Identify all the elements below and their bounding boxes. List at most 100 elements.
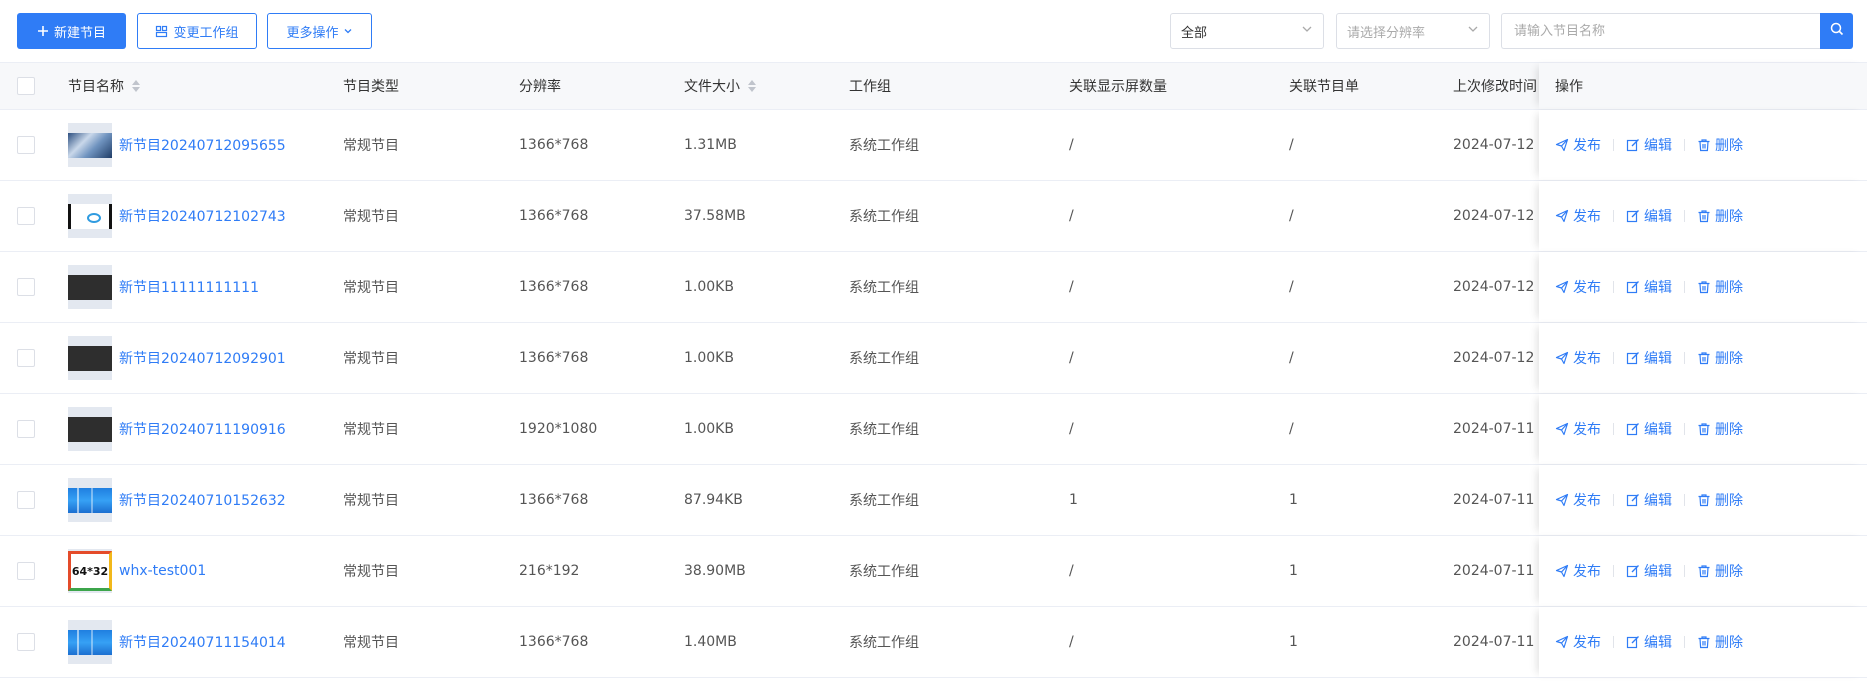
row-actions: 发布 编辑 删除	[1539, 110, 1867, 180]
program-resolution: 1366*768	[519, 208, 589, 224]
edit-button[interactable]: 编辑	[1626, 135, 1672, 155]
delete-button[interactable]: 删除	[1697, 561, 1743, 581]
row-checkbox[interactable]	[17, 491, 35, 509]
change-group-button[interactable]: 变更工作组	[137, 13, 257, 49]
row-checkbox[interactable]	[17, 562, 35, 580]
delete-button[interactable]: 删除	[1697, 419, 1743, 439]
row-actions: 发布 编辑 删除	[1539, 181, 1867, 251]
program-name-link[interactable]: 新节目20240711154014	[119, 632, 286, 652]
row-checkbox[interactable]	[17, 278, 35, 296]
sort-icon[interactable]	[132, 80, 140, 92]
header-size[interactable]: 文件大小	[684, 63, 844, 109]
program-name-link[interactable]: 新节目20240712095655	[119, 135, 286, 155]
row-checkbox[interactable]	[17, 420, 35, 438]
edit-button[interactable]: 编辑	[1626, 632, 1672, 652]
program-table: 节目名称 节目类型 分辨率 文件大小 工作组 关联显示屏数量 关联节目单 上次修…	[0, 62, 1867, 678]
edit-button[interactable]: 编辑	[1626, 206, 1672, 226]
publish-button[interactable]: 发布	[1555, 135, 1601, 155]
program-name-link[interactable]: 新节目20240710152632	[119, 490, 286, 510]
trash-icon	[1697, 635, 1715, 649]
edit-icon	[1626, 494, 1639, 507]
divider	[1684, 352, 1685, 364]
program-resolution: 1366*768	[519, 350, 589, 366]
program-thumbnail[interactable]: 64*32	[68, 549, 112, 593]
publish-button[interactable]: 发布	[1555, 348, 1601, 368]
select-all-checkbox[interactable]	[17, 77, 35, 95]
divider	[1613, 210, 1614, 222]
publish-label: 发布	[1573, 422, 1601, 438]
header-type: 节目类型	[343, 79, 399, 95]
new-program-button[interactable]: 新建节目	[17, 13, 126, 49]
program-name-link[interactable]: whx-test001	[119, 563, 206, 579]
status-filter-select[interactable]: 全部	[1170, 13, 1324, 49]
program-name-link[interactable]: 新节目20240711190916	[119, 419, 286, 439]
header-screens: 关联显示屏数量	[1069, 79, 1167, 95]
delete-label: 删除	[1715, 138, 1743, 154]
publish-button[interactable]: 发布	[1555, 419, 1601, 439]
row-checkbox[interactable]	[17, 633, 35, 651]
delete-button[interactable]: 删除	[1697, 277, 1743, 297]
delete-button[interactable]: 删除	[1697, 206, 1743, 226]
plus-icon	[37, 25, 49, 37]
program-modified-time: 2024-07-11	[1453, 421, 1535, 437]
delete-button[interactable]: 删除	[1697, 490, 1743, 510]
edit-button[interactable]: 编辑	[1626, 561, 1672, 581]
publish-button[interactable]: 发布	[1555, 561, 1601, 581]
edit-icon	[1626, 209, 1644, 223]
delete-button[interactable]: 删除	[1697, 135, 1743, 155]
header-name[interactable]: 节目名称	[68, 63, 338, 109]
search-button[interactable]	[1820, 13, 1853, 49]
edit-button[interactable]: 编辑	[1626, 419, 1672, 439]
publish-button[interactable]: 发布	[1555, 206, 1601, 226]
program-thumbnail[interactable]	[68, 265, 112, 309]
program-thumbnail[interactable]	[68, 478, 112, 522]
program-type: 常规节目	[343, 493, 399, 509]
delete-button[interactable]: 删除	[1697, 632, 1743, 652]
row-checkbox[interactable]	[17, 349, 35, 367]
send-icon	[1555, 209, 1573, 223]
edit-button[interactable]: 编辑	[1626, 490, 1672, 510]
thumbnail-image	[68, 203, 112, 229]
program-thumbnail[interactable]	[68, 336, 112, 380]
program-name-link[interactable]: 新节目20240712102743	[119, 206, 286, 226]
edit-label: 编辑	[1644, 280, 1672, 296]
edit-icon	[1626, 423, 1639, 436]
program-list-count: 1	[1289, 634, 1298, 650]
edit-button[interactable]: 编辑	[1626, 348, 1672, 368]
thumbnail-image	[68, 132, 112, 158]
divider	[1613, 423, 1614, 435]
divider	[1684, 565, 1685, 577]
more-actions-button[interactable]: 更多操作	[267, 13, 372, 49]
resolution-select[interactable]: 请选择分辨率	[1336, 13, 1490, 49]
row-checkbox[interactable]	[17, 207, 35, 225]
program-group: 系统工作组	[849, 351, 919, 367]
edit-label: 编辑	[1644, 493, 1672, 509]
program-list-count: /	[1289, 279, 1294, 295]
edit-icon	[1626, 422, 1644, 436]
program-screen-count: /	[1069, 563, 1074, 579]
divider	[1684, 139, 1685, 151]
edit-button[interactable]: 编辑	[1626, 277, 1672, 297]
program-modified-time: 2024-07-12	[1453, 137, 1535, 153]
program-thumbnail[interactable]	[68, 620, 112, 664]
program-thumbnail[interactable]	[68, 407, 112, 451]
edit-label: 编辑	[1644, 422, 1672, 438]
delete-label: 删除	[1715, 351, 1743, 367]
row-actions: 发布 编辑 删除	[1539, 394, 1867, 464]
program-resolution: 216*192	[519, 563, 580, 579]
publish-button[interactable]: 发布	[1555, 632, 1601, 652]
delete-button[interactable]: 删除	[1697, 348, 1743, 368]
program-name-link[interactable]: 新节目20240712092901	[119, 348, 286, 368]
program-name-search-input[interactable]	[1501, 13, 1821, 49]
publish-button[interactable]: 发布	[1555, 277, 1601, 297]
program-thumbnail[interactable]	[68, 194, 112, 238]
program-group: 系统工作组	[849, 422, 919, 438]
program-type: 常规节目	[343, 209, 399, 225]
publish-button[interactable]: 发布	[1555, 490, 1601, 510]
program-modified-time: 2024-07-11	[1453, 634, 1535, 650]
program-thumbnail[interactable]	[68, 123, 112, 167]
edit-label: 编辑	[1644, 351, 1672, 367]
row-checkbox[interactable]	[17, 136, 35, 154]
program-name-link[interactable]: 新节目11111111111	[119, 277, 259, 297]
sort-icon[interactable]	[748, 80, 756, 92]
